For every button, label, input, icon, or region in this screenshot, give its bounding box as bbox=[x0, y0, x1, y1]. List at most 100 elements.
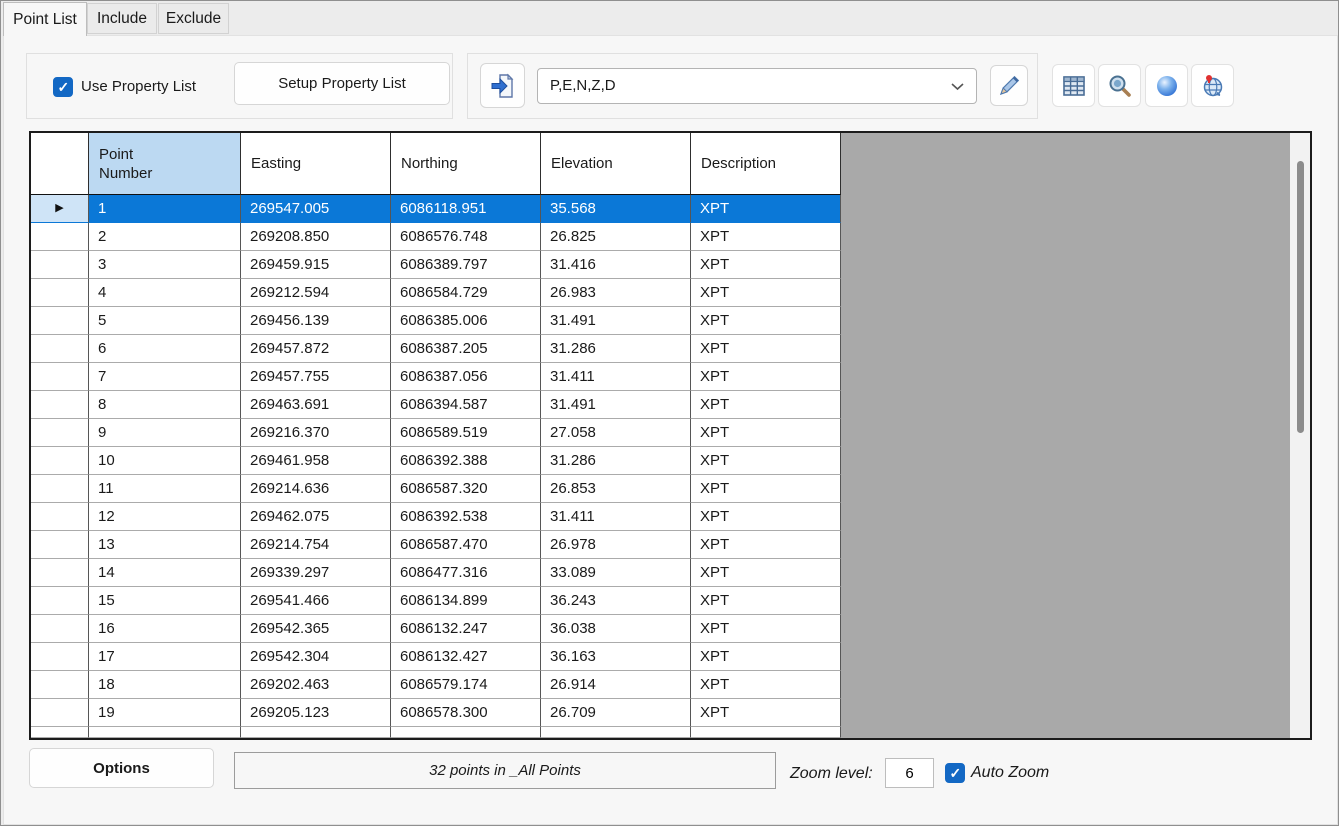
row-selector-cell[interactable]: ▶ bbox=[31, 195, 89, 223]
table-row[interactable]: 8269463.6916086394.58731.491XPT bbox=[31, 391, 1310, 419]
table-row[interactable]: 16269542.3656086132.24736.038XPT bbox=[31, 615, 1310, 643]
cell-easting[interactable]: 269542.304 bbox=[241, 643, 391, 671]
cell-elevation[interactable]: 26.914 bbox=[541, 671, 691, 699]
table-row[interactable]: 10269461.9586086392.38831.286XPT bbox=[31, 447, 1310, 475]
cell-point-number[interactable]: 7 bbox=[89, 363, 241, 391]
cell-point-number[interactable]: 3 bbox=[89, 251, 241, 279]
header-description[interactable]: Description bbox=[691, 133, 841, 195]
cell-point-number[interactable]: 2 bbox=[89, 223, 241, 251]
cell-northing[interactable]: 6086387.205 bbox=[391, 335, 541, 363]
table-row[interactable]: 17269542.3046086132.42736.163XPT bbox=[31, 643, 1310, 671]
cell-point-number[interactable]: 6 bbox=[89, 335, 241, 363]
cell-elevation[interactable]: 36.243 bbox=[541, 587, 691, 615]
cell-elevation[interactable]: 31.491 bbox=[541, 307, 691, 335]
cell-easting[interactable]: 269463.691 bbox=[241, 391, 391, 419]
row-selector-cell[interactable] bbox=[31, 447, 89, 475]
cell-elevation[interactable]: 26.853 bbox=[541, 475, 691, 503]
cell-description[interactable]: XPT bbox=[691, 615, 841, 643]
cell-elevation[interactable]: 26.709 bbox=[541, 699, 691, 727]
cell-easting[interactable]: 269547.005 bbox=[241, 195, 391, 223]
cell-northing[interactable]: 6086584.729 bbox=[391, 279, 541, 307]
row-selector-cell[interactable] bbox=[31, 279, 89, 307]
cell-elevation[interactable]: 33.089 bbox=[541, 559, 691, 587]
cell-description[interactable]: XPT bbox=[691, 223, 841, 251]
tab-exclude[interactable]: Exclude bbox=[158, 3, 229, 34]
scrollbar-thumb[interactable] bbox=[1297, 161, 1304, 433]
cell-description[interactable] bbox=[691, 727, 841, 738]
cell-northing[interactable]: 6086132.427 bbox=[391, 643, 541, 671]
cell-point-number[interactable]: 18 bbox=[89, 671, 241, 699]
cell-elevation[interactable]: 31.491 bbox=[541, 391, 691, 419]
use-property-list-checkbox[interactable] bbox=[53, 77, 73, 97]
cell-northing[interactable] bbox=[391, 727, 541, 738]
cell-northing[interactable]: 6086387.056 bbox=[391, 363, 541, 391]
cell-northing[interactable]: 6086579.174 bbox=[391, 671, 541, 699]
cell-elevation[interactable]: 36.163 bbox=[541, 643, 691, 671]
cell-easting[interactable]: 269541.466 bbox=[241, 587, 391, 615]
cell-northing[interactable]: 6086134.899 bbox=[391, 587, 541, 615]
table-row[interactable]: 19269205.1236086578.30026.709XPT bbox=[31, 699, 1310, 727]
vertical-scrollbar[interactable] bbox=[1290, 133, 1310, 738]
cell-description[interactable]: XPT bbox=[691, 335, 841, 363]
tab-point-list[interactable]: Point List bbox=[3, 2, 87, 36]
cell-elevation[interactable]: 26.825 bbox=[541, 223, 691, 251]
header-point-number[interactable]: Point Number bbox=[89, 133, 241, 195]
header-elevation[interactable]: Elevation bbox=[541, 133, 691, 195]
cell-description[interactable]: XPT bbox=[691, 391, 841, 419]
auto-zoom-checkbox[interactable] bbox=[945, 763, 965, 783]
row-selector-cell[interactable] bbox=[31, 699, 89, 727]
setup-property-list-button[interactable]: Setup Property List bbox=[234, 62, 450, 105]
cell-description[interactable]: XPT bbox=[691, 475, 841, 503]
cell-description[interactable]: XPT bbox=[691, 251, 841, 279]
cell-northing[interactable]: 6086118.951 bbox=[391, 195, 541, 223]
cell-northing[interactable]: 6086477.316 bbox=[391, 559, 541, 587]
table-row[interactable]: 11269214.6366086587.32026.853XPT bbox=[31, 475, 1310, 503]
cell-easting[interactable]: 269212.594 bbox=[241, 279, 391, 307]
cell-elevation[interactable]: 36.038 bbox=[541, 615, 691, 643]
table-row[interactable]: 13269214.7546086587.47026.978XPT bbox=[31, 531, 1310, 559]
tab-include[interactable]: Include bbox=[87, 3, 157, 34]
options-button[interactable]: Options bbox=[29, 748, 214, 788]
cell-point-number[interactable]: 19 bbox=[89, 699, 241, 727]
cell-northing[interactable]: 6086389.797 bbox=[391, 251, 541, 279]
earth-view-button[interactable] bbox=[1145, 64, 1188, 107]
cell-easting[interactable]: 269202.463 bbox=[241, 671, 391, 699]
cell-elevation[interactable]: 26.978 bbox=[541, 531, 691, 559]
cell-northing[interactable]: 6086392.388 bbox=[391, 447, 541, 475]
cell-elevation[interactable] bbox=[541, 727, 691, 738]
row-selector-cell[interactable] bbox=[31, 643, 89, 671]
cell-easting[interactable]: 269208.850 bbox=[241, 223, 391, 251]
cell-easting[interactable]: 269457.872 bbox=[241, 335, 391, 363]
cell-easting[interactable]: 269205.123 bbox=[241, 699, 391, 727]
cell-easting[interactable]: 269461.958 bbox=[241, 447, 391, 475]
point-format-dropdown[interactable]: P,E,N,Z,D bbox=[537, 68, 977, 104]
row-selector-cell[interactable] bbox=[31, 587, 89, 615]
cell-description[interactable]: XPT bbox=[691, 279, 841, 307]
cell-description[interactable]: XPT bbox=[691, 531, 841, 559]
cell-elevation[interactable]: 31.411 bbox=[541, 363, 691, 391]
table-row[interactable]: 12269462.0756086392.53831.411XPT bbox=[31, 503, 1310, 531]
cell-northing[interactable]: 6086392.538 bbox=[391, 503, 541, 531]
cell-description[interactable]: XPT bbox=[691, 503, 841, 531]
cell-northing[interactable]: 6086589.519 bbox=[391, 419, 541, 447]
table-row[interactable]: 7269457.7556086387.05631.411XPT bbox=[31, 363, 1310, 391]
row-selector-cell[interactable] bbox=[31, 559, 89, 587]
zoom-level-input[interactable] bbox=[885, 758, 934, 788]
table-row[interactable]: 18269202.4636086579.17426.914XPT bbox=[31, 671, 1310, 699]
cell-easting[interactable]: 269459.915 bbox=[241, 251, 391, 279]
cell-elevation[interactable]: 27.058 bbox=[541, 419, 691, 447]
cell-point-number[interactable]: 10 bbox=[89, 447, 241, 475]
cell-easting[interactable]: 269339.297 bbox=[241, 559, 391, 587]
cell-northing[interactable]: 6086394.587 bbox=[391, 391, 541, 419]
cell-northing[interactable]: 6086132.247 bbox=[391, 615, 541, 643]
cell-point-number[interactable]: 1 bbox=[89, 195, 241, 223]
zoom-to-points-button[interactable] bbox=[1098, 64, 1141, 107]
cell-elevation[interactable]: 31.416 bbox=[541, 251, 691, 279]
row-selector-cell[interactable] bbox=[31, 307, 89, 335]
header-easting[interactable]: Easting bbox=[241, 133, 391, 195]
cell-description[interactable]: XPT bbox=[691, 643, 841, 671]
row-selector-cell[interactable] bbox=[31, 671, 89, 699]
cell-description[interactable]: XPT bbox=[691, 195, 841, 223]
row-selector-cell[interactable] bbox=[31, 391, 89, 419]
table-view-button[interactable] bbox=[1052, 64, 1095, 107]
